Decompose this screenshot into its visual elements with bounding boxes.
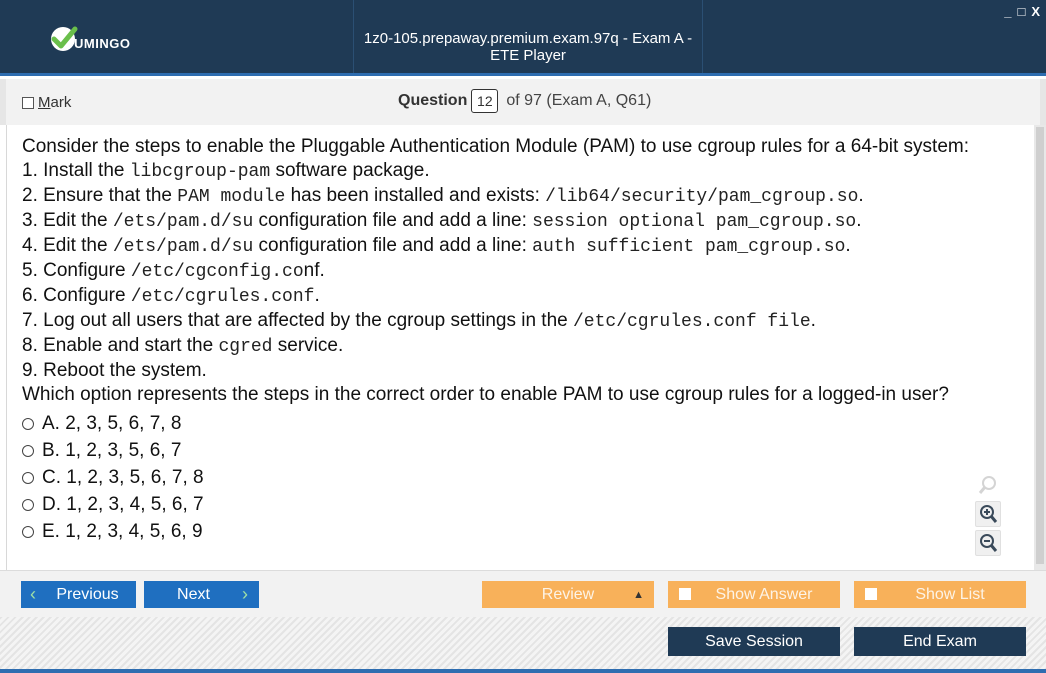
step-line: 3. Edit the /ets/pam.d/su configuration … — [22, 210, 862, 232]
maximize-button[interactable]: □ — [1017, 4, 1025, 19]
triangle-up-icon: ▲ — [633, 588, 644, 601]
zoom-tools — [975, 472, 1005, 559]
checkbox-icon[interactable] — [679, 588, 691, 600]
question-number: Question 12 of 97 (Exam A, Q61) — [398, 89, 651, 113]
question-content: Consider the steps to enable the Pluggab… — [6, 125, 1034, 570]
show-answer-button[interactable]: Show Answer — [668, 581, 840, 608]
step-line: 5. Configure /etc/cgconfig.conf. — [22, 260, 325, 282]
previous-button[interactable]: ‹ Previous — [21, 581, 136, 608]
minimize-button[interactable]: _ — [1004, 4, 1011, 19]
logo-text: UMINGO — [74, 35, 131, 51]
question-prompt: Which option represents the steps in the… — [22, 384, 949, 405]
question-number-input[interactable]: 12 — [471, 89, 499, 113]
app-logo: UMINGO — [48, 24, 130, 54]
end-exam-button[interactable]: End Exam — [854, 627, 1026, 656]
close-button[interactable]: X — [1031, 4, 1040, 19]
navigation-bar: ‹ Previous Next › Review ▲ Show Answer S… — [0, 570, 1046, 617]
step-line: 9. Reboot the system. — [22, 360, 207, 381]
title-bar: UMINGO 1z0-105.prepaway.premium.exam.97q… — [0, 0, 1046, 76]
step-line: 7. Log out all users that are affected b… — [22, 310, 816, 332]
magnifier-icon[interactable] — [975, 472, 1001, 498]
chevron-right-icon: › — [242, 584, 248, 604]
session-bar: Save Session End Exam — [0, 617, 1046, 673]
step-line: 1. Install the libcgroup-pam software pa… — [22, 160, 430, 182]
option-e[interactable]: E. 1, 2, 3, 4, 5, 6, 9 — [22, 518, 204, 545]
mark-checkbox[interactable]: Mark — [22, 94, 71, 111]
radio-icon[interactable] — [22, 525, 34, 538]
title-divider — [702, 0, 703, 73]
step-line: 6. Configure /etc/cgrules.conf. — [22, 285, 320, 307]
review-button[interactable]: Review ▲ — [482, 581, 654, 608]
show-list-button[interactable]: Show List — [854, 581, 1026, 608]
next-button[interactable]: Next › — [144, 581, 259, 608]
vertical-scrollbar[interactable] — [1034, 125, 1046, 570]
option-a[interactable]: A. 2, 3, 5, 6, 7, 8 — [22, 410, 204, 437]
question-intro: Consider the steps to enable the Pluggab… — [22, 136, 970, 157]
question-text: Consider the steps to enable the Pluggab… — [22, 135, 1027, 407]
scrollbar-thumb[interactable] — [1036, 127, 1044, 564]
option-c[interactable]: C. 1, 2, 3, 5, 6, 7, 8 — [22, 464, 204, 491]
checkbox-icon[interactable] — [865, 588, 877, 600]
radio-icon[interactable] — [22, 498, 34, 511]
mark-label: Mark — [38, 94, 72, 111]
option-d[interactable]: D. 1, 2, 3, 4, 5, 6, 7 — [22, 491, 204, 518]
radio-icon[interactable] — [22, 444, 34, 457]
chevron-left-icon: ‹ — [30, 584, 36, 604]
step-line: 4. Edit the /ets/pam.d/su configuration … — [22, 235, 851, 257]
step-line: 8. Enable and start the cgred service. — [22, 335, 344, 357]
window-controls: _ □ X — [1004, 4, 1040, 19]
question-label: Question — [398, 92, 468, 109]
checkbox-icon[interactable] — [22, 96, 34, 109]
question-header: Mark Question 12 of 97 (Exam A, Q61) — [0, 79, 1046, 125]
save-session-button[interactable]: Save Session — [668, 627, 840, 656]
step-line: 2. Ensure that the PAM module has been i… — [22, 185, 864, 207]
zoom-in-icon[interactable] — [975, 501, 1001, 527]
window-title: 1z0-105.prepaway.premium.exam.97q - Exam… — [363, 30, 693, 64]
option-b[interactable]: B. 1, 2, 3, 5, 6, 7 — [22, 437, 204, 464]
question-count: of 97 (Exam A, Q61) — [506, 92, 652, 109]
answer-options: A. 2, 3, 5, 6, 7, 8 B. 1, 2, 3, 5, 6, 7 … — [22, 410, 204, 545]
zoom-out-icon[interactable] — [975, 530, 1001, 556]
radio-icon[interactable] — [22, 417, 34, 430]
radio-icon[interactable] — [22, 471, 34, 484]
